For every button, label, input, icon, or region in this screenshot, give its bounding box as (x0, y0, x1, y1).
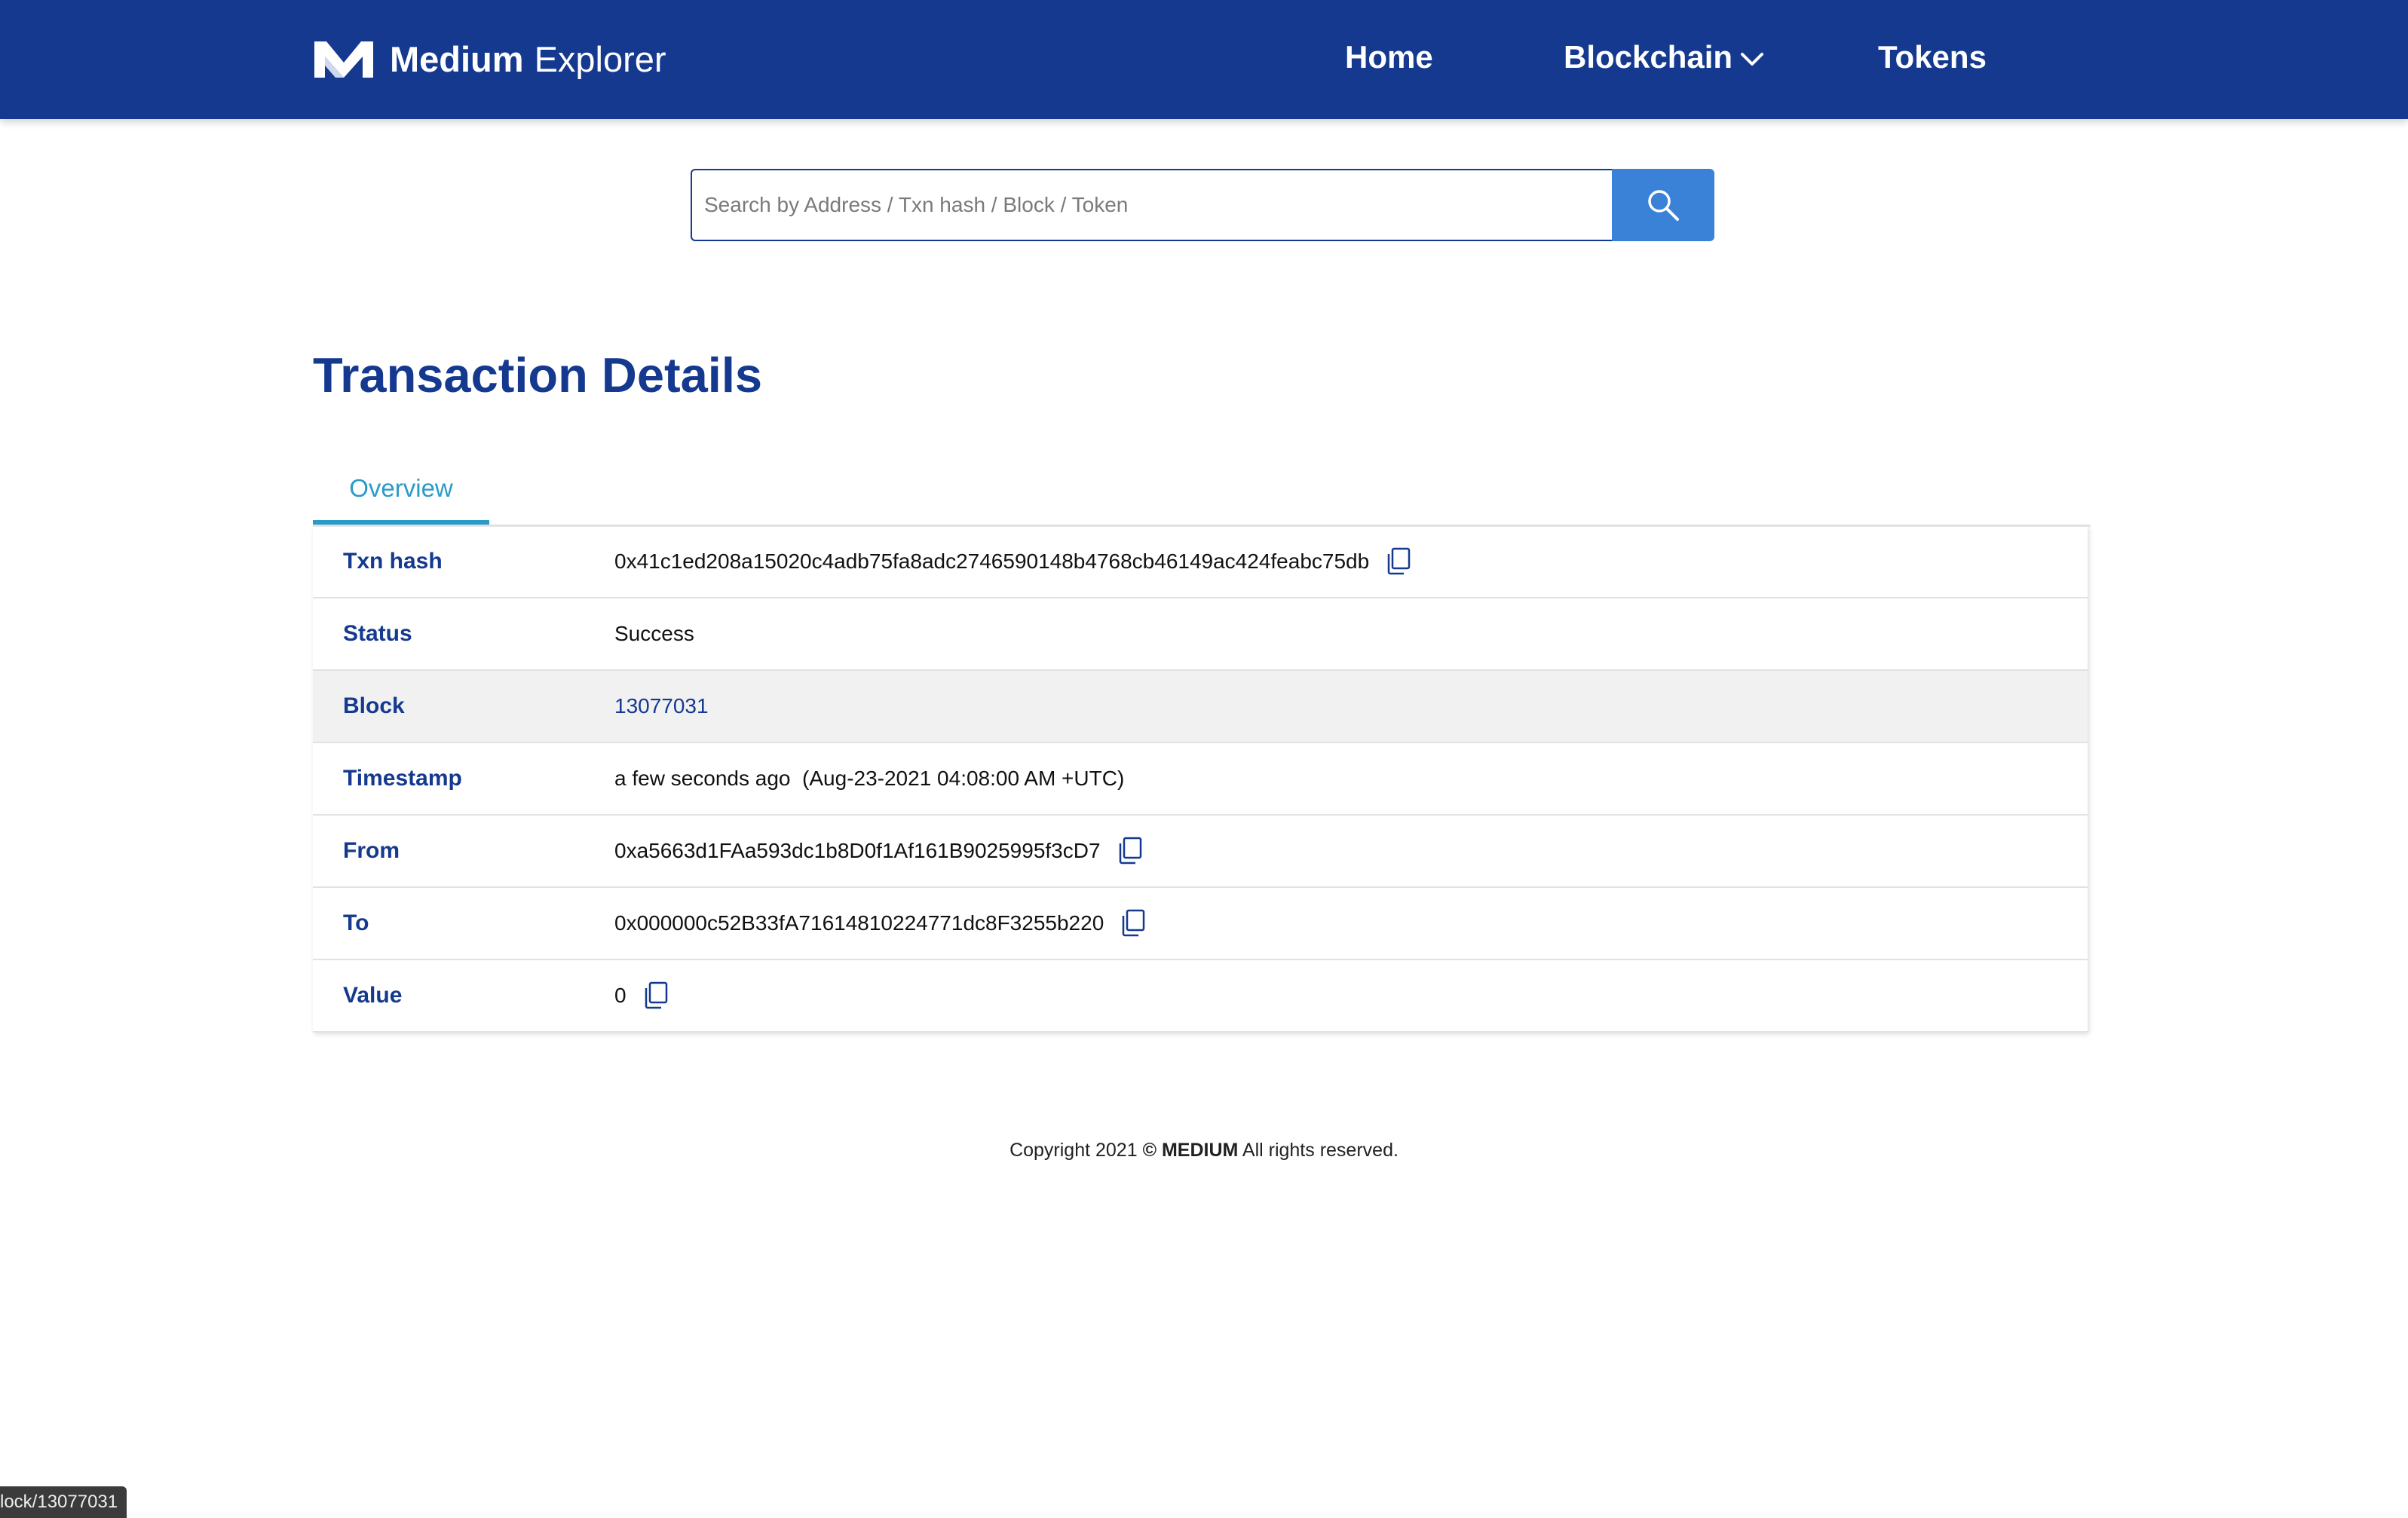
timestamp-field: a few seconds ago (Aug-23-2021 04:08:00 … (614, 767, 1124, 791)
detail-row-to: To 0x000000c52B33fA71614810224771dc8F325… (313, 888, 2088, 960)
logo-brand: Medium (390, 39, 524, 79)
from-label: From (343, 838, 400, 863)
txn-hash-field: 0x41c1ed208a15020c4adb75fa8adc2746590148… (614, 547, 1411, 576)
search-input[interactable] (691, 169, 1612, 241)
copy-icon[interactable] (1120, 909, 1146, 938)
from-address: 0xa5663d1FAa593dc1b8D0f1Af161B9025995f3c… (614, 839, 1101, 862)
block-link[interactable]: 13077031 (614, 694, 709, 718)
detail-row-status: Status Success (313, 598, 2088, 671)
search-button[interactable] (1612, 169, 1714, 241)
detail-row-from: From 0xa5663d1FAa593dc1b8D0f1Af161B90259… (313, 816, 2088, 888)
status-field: Success (614, 622, 694, 646)
chevron-down-icon (1741, 53, 1764, 66)
transaction-details-table: Txn hash 0x41c1ed208a15020c4adb75fa8adc2… (313, 526, 2088, 1033)
value-amount: 0 (614, 984, 627, 1007)
txn-hash-value: 0x41c1ed208a15020c4adb75fa8adc2746590148… (614, 549, 1370, 573)
nav-home[interactable]: Home (1345, 35, 1433, 80)
copy-icon[interactable] (1386, 547, 1411, 576)
detail-row-value: Value 0 (313, 960, 2088, 1033)
site-logo[interactable]: Medium Explorer (313, 36, 666, 83)
from-field: 0xa5663d1FAa593dc1b8D0f1Af161B9025995f3c… (614, 837, 1143, 865)
status-label: Status (343, 621, 412, 646)
nav-home-label: Home (1345, 39, 1433, 75)
value-field: 0 (614, 981, 669, 1010)
footer: Copyright 2021 © MEDIUM All rights reser… (0, 1140, 2408, 1161)
status-bar-url: lock/13077031 (0, 1486, 127, 1518)
value-label: Value (343, 983, 403, 1008)
nav-blockchain-label: Blockchain (1564, 39, 1733, 75)
status-value: Success (614, 622, 694, 645)
logo-product: Explorer (534, 39, 666, 79)
nav-tokens[interactable]: Tokens (1878, 35, 1987, 80)
footer-brand: © MEDIUM (1142, 1140, 1239, 1161)
medium-m-logo-icon (314, 41, 373, 78)
detail-row-timestamp: Timestamp a few seconds ago (Aug-23-2021… (313, 743, 2088, 816)
timestamp-value: a few seconds ago (Aug-23-2021 04:08:00 … (614, 767, 1125, 790)
block-label: Block (343, 693, 405, 718)
footer-prefix: Copyright 2021 (1009, 1140, 1143, 1161)
tab-bar: Overview (313, 464, 2091, 527)
copy-icon[interactable] (1117, 837, 1143, 865)
block-field: 13077031 (614, 694, 709, 718)
copy-icon[interactable] (643, 981, 669, 1010)
txn-hash-label: Txn hash (343, 549, 443, 574)
to-label: To (343, 910, 369, 935)
nav-tokens-label: Tokens (1878, 39, 1987, 75)
timestamp-label: Timestamp (343, 766, 462, 791)
detail-row-block: Block 13077031 (313, 671, 2088, 743)
nav-blockchain[interactable]: Blockchain (1564, 35, 1764, 80)
page-title: Transaction Details (313, 347, 763, 402)
tab-overview[interactable]: Overview (313, 464, 489, 525)
top-navbar: Medium Explorer Home Blockchain Tokens (0, 0, 2408, 119)
to-address: 0x000000c52B33fA71614810224771dc8F3255b2… (614, 911, 1104, 935)
search-bar (691, 169, 1714, 241)
search-icon (1648, 190, 1679, 221)
footer-suffix: All rights reserved. (1238, 1140, 1399, 1161)
to-field: 0x000000c52B33fA71614810224771dc8F3255b2… (614, 909, 1146, 938)
detail-row-txn-hash: Txn hash 0x41c1ed208a15020c4adb75fa8adc2… (313, 526, 2088, 598)
logo-text: Medium Explorer (390, 36, 666, 83)
